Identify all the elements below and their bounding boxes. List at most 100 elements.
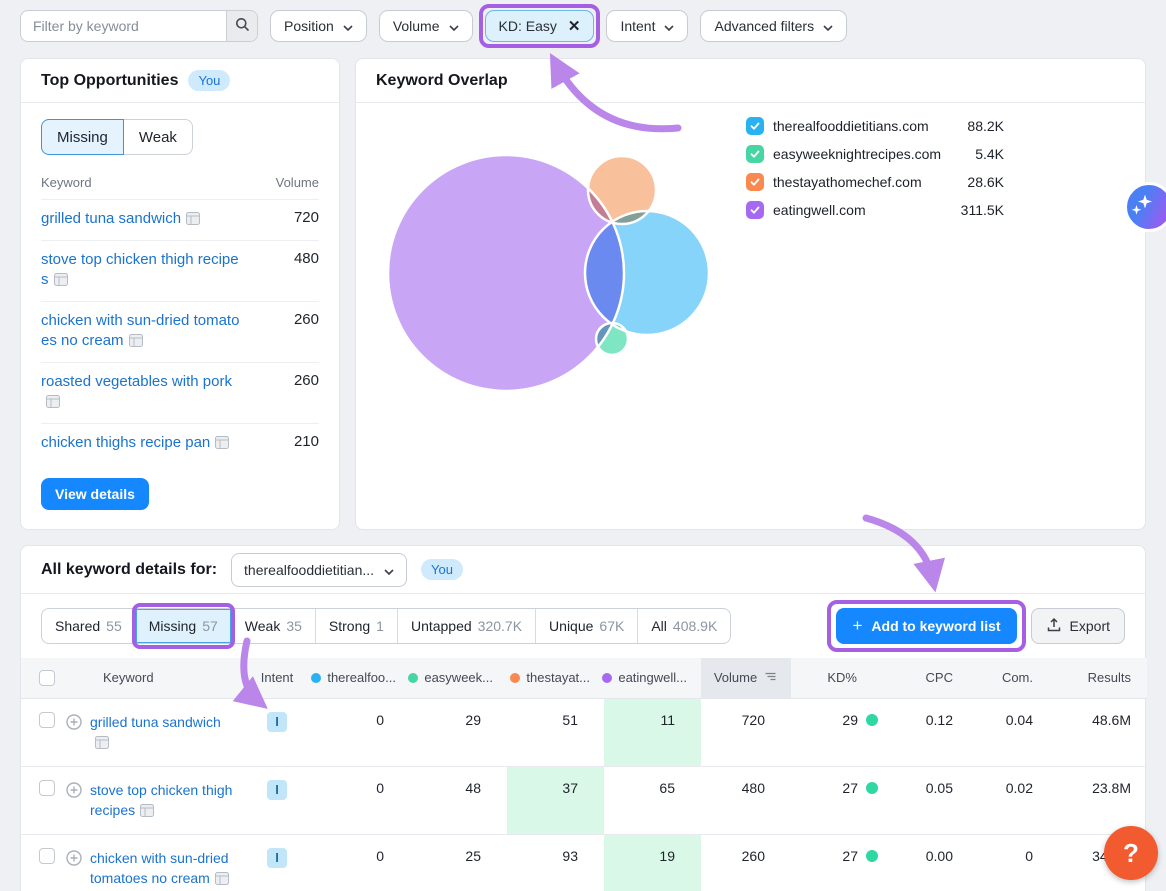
col-header-kd[interactable]: KD% <box>791 658 891 698</box>
tab-strong[interactable]: Strong1 <box>316 609 398 643</box>
keyword-volume: 480 <box>294 250 319 292</box>
serp-features-icon <box>129 333 143 353</box>
sort-icon <box>764 670 778 685</box>
keyword-cell: chicken with sun-dried tomatoes no cream <box>59 834 241 891</box>
keyword-type-tabs: Shared55Missing57Weak35Strong1Untapped32… <box>41 608 731 644</box>
kd-difficulty-dot <box>866 714 878 726</box>
domain-select[interactable]: therealfooddietitian... <box>231 553 407 587</box>
kd-filter-chip[interactable]: KD: Easy ✕ <box>485 10 595 42</box>
volume-cell: 260 <box>701 834 791 891</box>
competitor-position-cell: 11 <box>604 698 701 766</box>
keyword-cell: grilled tuna sandwich <box>59 698 241 766</box>
help-button[interactable]: ? <box>1104 826 1158 880</box>
table-row: chicken with sun-dried tomatoes no cream… <box>21 834 1147 891</box>
legend-value: 88.2K <box>967 118 1004 134</box>
col-header-competitor[interactable]: therealfoo... <box>313 658 410 698</box>
keyword-link[interactable]: chicken thighs recipe pan <box>41 433 246 455</box>
chevron-down-icon <box>823 18 833 34</box>
col-header-volume[interactable]: Volume <box>701 658 791 698</box>
legend-item: therealfooddietitians.com 88.2K <box>746 117 1004 135</box>
ai-assistant-button[interactable] <box>1124 182 1166 232</box>
keyword-link[interactable]: stove top chicken thigh recipes <box>90 780 234 822</box>
competitor-domain-label: easyweek... <box>424 670 493 685</box>
competitor-position-cell: 29 <box>410 698 507 766</box>
view-details-button[interactable]: View details <box>41 478 149 510</box>
col-header-competitor[interactable]: eatingwell... <box>604 658 701 698</box>
tab-untapped[interactable]: Untapped320.7K <box>398 609 536 643</box>
domain-checkbox[interactable] <box>746 201 764 219</box>
intent-badge[interactable]: I <box>267 848 287 868</box>
volume-cell: 720 <box>701 698 791 766</box>
keyword-link[interactable]: grilled tuna sandwich <box>41 209 246 231</box>
com-cell: 0 <box>979 834 1059 891</box>
position-filter-dropdown[interactable]: Position <box>270 10 367 42</box>
tab-weak[interactable]: Weak <box>124 119 193 155</box>
intent-cell: I <box>241 698 313 766</box>
row-checkbox[interactable] <box>39 848 55 864</box>
opportunity-row: stove top chicken thigh recipes 480 <box>41 240 319 301</box>
keyword-link[interactable]: chicken with sun-dried tomatoes no cream <box>90 848 234 890</box>
tab-shared[interactable]: Shared55 <box>42 609 136 643</box>
opportunity-row: roasted vegetables with pork260 <box>41 362 319 423</box>
tab-label: All <box>651 618 667 634</box>
tab-count: 55 <box>106 618 122 634</box>
tab-missing[interactable]: Missing57 <box>136 609 232 643</box>
intent-filter-dropdown[interactable]: Intent <box>606 10 688 42</box>
col-header-results[interactable]: Results <box>1059 658 1147 698</box>
export-icon <box>1046 617 1062 636</box>
col-header-competitor[interactable]: easyweek... <box>410 658 507 698</box>
keyword-volume: 260 <box>294 311 319 353</box>
keyword-text: grilled tuna sandwich <box>90 714 221 730</box>
row-checkbox[interactable] <box>39 780 55 796</box>
cpc-cell: 0.05 <box>891 766 979 834</box>
domain-checkbox[interactable] <box>746 173 764 191</box>
competitor-position-cell: 25 <box>410 834 507 891</box>
keyword-text: stove top chicken thigh recipes <box>41 251 239 288</box>
keyword-overlap-title: Keyword Overlap <box>376 72 508 90</box>
keyword-link[interactable]: grilled tuna sandwich <box>90 712 234 754</box>
domain-checkbox[interactable] <box>746 117 764 135</box>
com-cell: 0.04 <box>979 698 1059 766</box>
tab-count: 35 <box>286 618 302 634</box>
volume-filter-dropdown[interactable]: Volume <box>379 10 473 42</box>
legend-item: eatingwell.com311.5K <box>746 201 1004 219</box>
col-header-com[interactable]: Com. <box>979 658 1059 698</box>
tab-label: Missing <box>149 618 196 634</box>
close-icon[interactable]: ✕ <box>568 19 581 34</box>
select-all-checkbox[interactable] <box>39 670 55 686</box>
col-header-cpc[interactable]: CPC <box>891 658 979 698</box>
keyword-link[interactable]: stove top chicken thigh recipes <box>41 250 246 292</box>
keyword-link[interactable]: roasted vegetables with pork <box>41 372 246 414</box>
col-header-competitor[interactable]: thestayat... <box>507 658 604 698</box>
tab-weak[interactable]: Weak35 <box>232 609 316 643</box>
domain-checkbox[interactable] <box>746 145 764 163</box>
tab-label: Unique <box>549 618 593 634</box>
tab-missing[interactable]: Missing <box>41 119 124 155</box>
expand-plus-icon[interactable] <box>66 782 82 822</box>
add-to-keyword-list-button[interactable]: + Add to keyword list <box>836 608 1016 644</box>
export-button[interactable]: Export <box>1031 608 1125 644</box>
keyword-filter-input[interactable] <box>21 11 226 41</box>
intent-filter-label: Intent <box>620 18 655 34</box>
intent-badge[interactable]: I <box>267 712 287 732</box>
table-header-row: KeywordIntenttherealfoo...easyweek...the… <box>21 658 1147 698</box>
advanced-filters-label: Advanced filters <box>714 18 814 34</box>
keyword-link[interactable]: chicken with sun-dried tomatoes no cream <box>41 311 246 353</box>
legend-domain: therealfooddietitians.com <box>773 118 929 134</box>
expand-plus-icon[interactable] <box>66 714 82 754</box>
competitor-position-cell: 0 <box>313 834 410 891</box>
tab-unique[interactable]: Unique67K <box>536 609 638 643</box>
keyword-details-card: All keyword details for: therealfooddiet… <box>20 545 1146 891</box>
top-opportunities-card: Top Opportunities You Missing Weak Keywo… <box>20 58 340 530</box>
search-button[interactable] <box>226 11 257 41</box>
kd-value: 27 <box>842 780 858 796</box>
advanced-filters-dropdown[interactable]: Advanced filters <box>700 10 847 42</box>
tab-all[interactable]: All408.9K <box>638 609 730 643</box>
kd-filter-wrap: KD: Easy ✕ <box>485 10 595 42</box>
keyword-gap-page: Position Volume KD: Easy ✕ Intent Advanc… <box>0 0 1166 891</box>
intent-badge[interactable]: I <box>267 780 287 800</box>
serp-features-icon <box>140 802 154 822</box>
sparkles-icon <box>1129 192 1155 223</box>
expand-plus-icon[interactable] <box>66 850 82 890</box>
row-checkbox[interactable] <box>39 712 55 728</box>
